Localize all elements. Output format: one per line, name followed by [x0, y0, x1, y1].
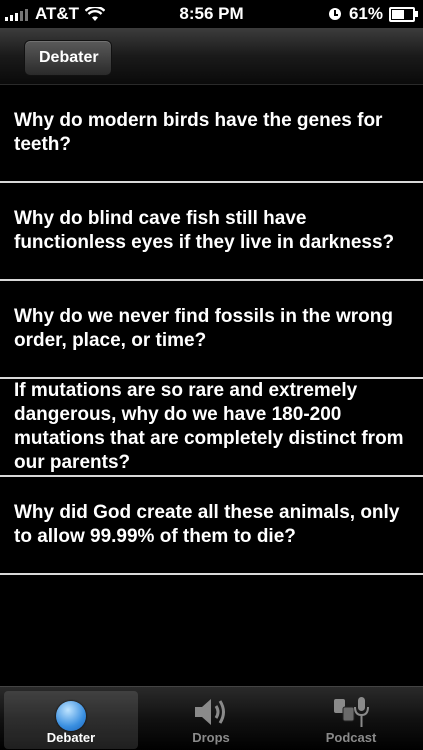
list-item[interactable]: Why did God create all these animals, on… — [0, 477, 423, 575]
podcast-icon — [334, 697, 369, 727]
battery-icon — [389, 6, 418, 22]
question-text: Why do we never find fossils in the wron… — [14, 306, 393, 351]
tab-bar: Debater Drops Podcast — [0, 686, 423, 750]
tab-label: Podcast — [325, 730, 377, 745]
tab-debater[interactable]: Debater — [4, 691, 138, 749]
status-bar: AT&T 8:56 PM 61% — [0, 0, 423, 28]
list-item[interactable]: Why do blind cave fish still have functi… — [0, 183, 423, 281]
list-item[interactable]: Why do we never find fossils in the wron… — [0, 281, 423, 379]
globe-icon — [56, 701, 86, 731]
list-item[interactable]: If mutations are so rare and extremely d… — [0, 379, 423, 477]
tab-label: Debater — [46, 730, 96, 745]
back-button-label: Debater — [39, 49, 99, 66]
app-screen: AT&T 8:56 PM 61% Debater Why do modern b… — [0, 0, 423, 750]
alarm-clock-icon — [328, 8, 341, 20]
question-text: Why did God create all these animals, on… — [14, 502, 400, 547]
question-text: Why do modern birds have the genes for t… — [14, 110, 383, 155]
status-right: 61% — [328, 4, 418, 24]
question-text: If mutations are so rare and extremely d… — [14, 380, 404, 473]
question-list: Why do modern birds have the genes for t… — [0, 85, 423, 575]
navigation-bar: Debater — [0, 28, 423, 85]
tab-podcast[interactable]: Podcast — [284, 691, 418, 749]
battery-level — [392, 9, 404, 19]
back-button[interactable]: Debater — [24, 40, 112, 76]
list-item[interactable]: Why do modern birds have the genes for t… — [0, 85, 423, 183]
speaker-icon — [195, 699, 225, 725]
tab-drops[interactable]: Drops — [144, 691, 278, 749]
question-text: Why do blind cave fish still have functi… — [14, 208, 395, 253]
battery-percent: 61% — [348, 4, 383, 23]
tab-label: Drops — [192, 730, 230, 745]
